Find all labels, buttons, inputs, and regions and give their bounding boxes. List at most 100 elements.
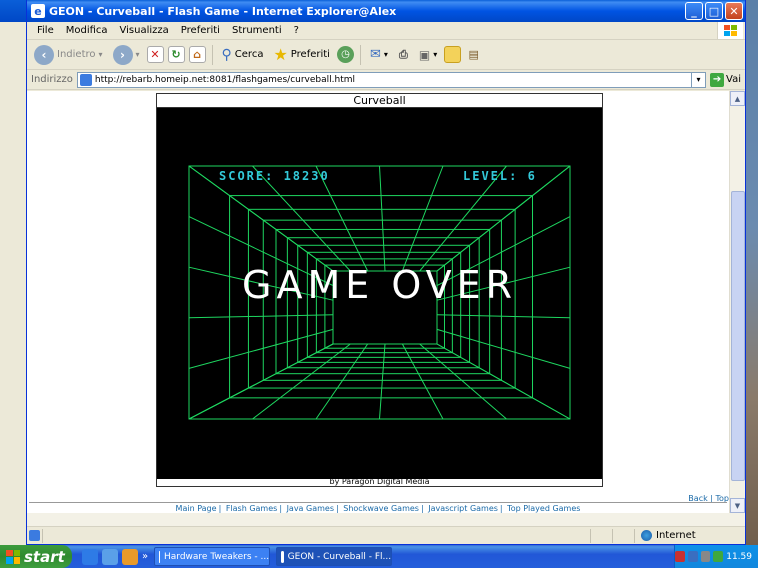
scroll-down-icon[interactable]: ▼: [730, 498, 745, 513]
tunnel-line: [379, 343, 386, 420]
scroll-up-icon[interactable]: ▲: [730, 91, 745, 106]
tunnel-line: [436, 314, 571, 319]
status-bar: Internet: [27, 526, 745, 544]
game-container: Curveball SCORE: 18230 LEVEL: 6 GAME OVE…: [156, 93, 603, 487]
go-arrow-icon: ➔: [710, 72, 725, 87]
zone-label: Internet: [656, 530, 696, 541]
tunnel-line: [188, 343, 334, 420]
tunnel-line: [379, 165, 386, 272]
address-bar: Indirizzo http://rebarb.homeip.net:8081/…: [27, 70, 745, 90]
close-button[interactable]: ✕: [725, 2, 743, 20]
back-arrow-icon: ‹: [34, 44, 54, 65]
favorites-label: Preferiti: [290, 49, 330, 60]
windows-flag-icon: [6, 549, 20, 564]
tray-icon-1[interactable]: [674, 551, 685, 562]
edit-button[interactable]: ▣ ▾: [416, 48, 440, 62]
star-icon: ★: [273, 45, 288, 64]
history-icon[interactable]: ◷: [336, 46, 354, 63]
mail-button[interactable]: ✉ ▾: [367, 47, 391, 62]
back-button[interactable]: ‹ Indietro ▾: [31, 44, 106, 65]
menu-strumenti[interactable]: Strumenti: [226, 25, 288, 36]
menu-bar: File Modifica Visualizza Preferiti Strum…: [27, 22, 745, 40]
link-flash-games[interactable]: Flash Games: [224, 504, 280, 513]
game-credit: by Paragon Digital Media: [329, 477, 430, 486]
link-main-page[interactable]: Main Page: [174, 504, 219, 513]
address-dropdown-icon[interactable]: ▾: [692, 71, 707, 88]
windows-logo-icon: [717, 22, 743, 39]
address-label: Indirizzo: [31, 74, 73, 85]
folder-icon[interactable]: [444, 46, 462, 63]
address-input[interactable]: http://rebarb.homeip.net:8081/flashgames…: [76, 71, 693, 88]
taskbar-item-label: GEON - Curveball - Fl...: [287, 551, 392, 562]
tray-icon-4[interactable]: [713, 551, 724, 562]
menu-help[interactable]: ?: [288, 25, 305, 36]
print-icon[interactable]: ⎙: [395, 46, 412, 63]
tunnel-line: [315, 343, 369, 420]
edit-icon: ▣: [418, 47, 431, 62]
media-quicklaunch-icon[interactable]: [122, 548, 138, 565]
window-title: GEON - Curveball - Flash Game - Internet…: [49, 4, 397, 18]
scroll-thumb[interactable]: [731, 191, 745, 481]
status-page-icon: [27, 528, 43, 543]
go-button[interactable]: ➔ Vai: [710, 72, 741, 87]
taskbar-item-label: Hardware Tweakers - ...: [164, 551, 270, 562]
taskbar-item-hardware-tweakers[interactable]: Hardware Tweakers - ...: [154, 547, 271, 566]
explorer-quicklaunch-icon[interactable]: [102, 548, 118, 565]
zone-indicator: Internet: [635, 530, 745, 541]
ie-quicklaunch-icon[interactable]: [82, 548, 98, 565]
system-tray: 11.59: [674, 545, 758, 568]
back-label: Indietro: [57, 49, 96, 60]
level-display: LEVEL: 6: [463, 169, 537, 183]
link-javascript-games[interactable]: Javascript Games: [426, 504, 500, 513]
footer-links: Main Page | Flash Games | Java Games | Shoc…: [174, 504, 582, 513]
title-bar[interactable]: e GEON - Curveball - Flash Game - Intern…: [27, 0, 745, 22]
footer: Back | Top Main Page | Flash Games | Java …: [27, 494, 729, 513]
game-over-text: GAME OVER: [242, 263, 517, 307]
stop-icon[interactable]: ✕: [146, 46, 164, 63]
tray-icon-3[interactable]: [700, 551, 711, 562]
menu-modifica[interactable]: Modifica: [60, 25, 114, 36]
toolbar: ‹ Indietro ▾ › ▾ ✕ ↻ ⌂ ⚲ Cerca ★ Preferi…: [27, 40, 745, 70]
quick-launch: »: [82, 548, 148, 565]
forward-arrow-icon: ›: [112, 44, 133, 65]
taskbar-item-geon-curveball[interactable]: GEON - Curveball - Fl...: [276, 547, 393, 566]
favorites-button[interactable]: ★ Preferiti: [270, 45, 333, 64]
taskbar: start » Hardware Tweakers - ... GEON - C…: [0, 545, 758, 568]
tunnel-line: [188, 314, 334, 319]
tunnel-line: [401, 343, 444, 420]
horizontal-scrollbar[interactable]: [27, 513, 745, 526]
search-button[interactable]: ⚲ Cerca: [219, 47, 267, 63]
link-shockwave-games[interactable]: Shockwave Games: [341, 504, 421, 513]
address-url: http://rebarb.homeip.net:8081/flashgames…: [94, 74, 355, 85]
link-java-games[interactable]: Java Games: [285, 504, 336, 513]
search-icon: ⚲: [221, 46, 232, 63]
menu-file[interactable]: File: [31, 25, 60, 36]
game-title: Curveball: [157, 94, 602, 108]
minimize-button[interactable]: _: [685, 2, 703, 20]
browser-window: e GEON - Curveball - Flash Game - Intern…: [26, 0, 746, 545]
menu-visualizza[interactable]: Visualizza: [114, 25, 175, 36]
refresh-icon[interactable]: ↻: [167, 46, 185, 63]
home-icon[interactable]: ⌂: [188, 46, 206, 63]
network-icon[interactable]: [687, 551, 698, 562]
more-chevron-icon[interactable]: »: [142, 551, 148, 562]
tunnel-line: [401, 165, 444, 272]
start-button[interactable]: start: [0, 545, 72, 568]
link-top-played-games[interactable]: Top Played Games: [505, 504, 582, 513]
search-label: Cerca: [234, 49, 264, 60]
mail-icon: ✉: [369, 47, 381, 62]
go-label: Vai: [726, 74, 741, 85]
menu-preferiti[interactable]: Preferiti: [175, 25, 226, 36]
game-canvas[interactable]: SCORE: 18230 LEVEL: 6 GAME OVER: [157, 108, 602, 479]
score-display: SCORE: 18230: [219, 169, 330, 183]
clock: 11.59: [726, 551, 752, 562]
ie-icon: e: [31, 4, 45, 18]
forward-button[interactable]: › ▾: [110, 44, 143, 65]
page-icon: [79, 73, 92, 86]
ie-task-icon: [159, 550, 161, 563]
vertical-scrollbar[interactable]: ▲ ▼: [729, 91, 745, 513]
maximize-button[interactable]: □: [705, 2, 723, 20]
start-label: start: [24, 547, 65, 566]
page-content: Curveball SCORE: 18230 LEVEL: 6 GAME OVE…: [27, 91, 745, 513]
messenger-icon[interactable]: ▤: [465, 46, 482, 63]
